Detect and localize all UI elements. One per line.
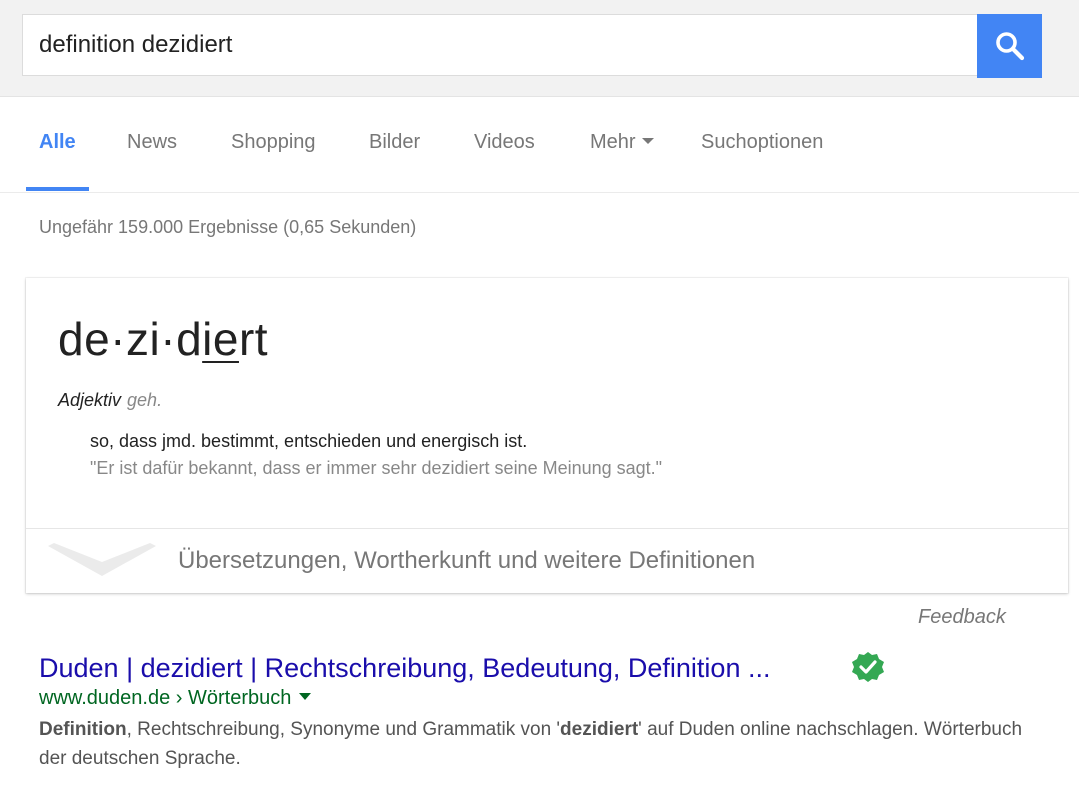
tab-bilder[interactable]: Bilder	[369, 131, 420, 154]
result-url: www.duden.de › Wörterbuch	[39, 687, 312, 710]
definition-text: so, dass jmd. bestimmt, entschieden und …	[90, 431, 528, 451]
url-options-caret-icon[interactable]	[299, 693, 312, 701]
feedback-link[interactable]: Feedback	[918, 606, 1006, 629]
search-input[interactable]	[23, 15, 977, 75]
search-header	[0, 0, 1079, 97]
tab-mehr-label: Mehr	[590, 131, 636, 153]
search-box[interactable]	[22, 14, 977, 76]
syllable: d	[176, 313, 203, 365]
chevron-down-icon	[48, 543, 156, 576]
example-sentence: "Er ist dafür bekannt, dass er immer seh…	[90, 458, 663, 478]
expand-definitions-label: Übersetzungen, Wortherkunft und weitere …	[178, 547, 756, 574]
syllable: de	[58, 313, 111, 365]
syllable: zi	[126, 313, 161, 365]
search-icon	[996, 32, 1025, 61]
expand-definitions-button[interactable]: Übersetzungen, Wortherkunft und weitere …	[26, 529, 1068, 593]
syllable-separator: ·	[110, 313, 126, 365]
tab-alle[interactable]: Alle	[39, 131, 76, 154]
search-button[interactable]	[977, 14, 1042, 78]
snippet-text: , Rechtschreibung, Synonyme und Grammati…	[126, 719, 561, 740]
syllable: rt	[238, 313, 269, 365]
snippet-bold: Definition	[39, 719, 127, 740]
register-label: geh.	[127, 390, 163, 410]
url-path: Wörterbuch	[187, 687, 292, 709]
word-class: Adjektiv	[58, 390, 122, 410]
headword: de·zi·diert	[58, 312, 268, 366]
result-stats: Ungefähr 159.000 Ergebnisse (0,65 Sekund…	[39, 217, 417, 237]
tab-news[interactable]: News	[127, 131, 177, 154]
tab-shopping[interactable]: Shopping	[231, 131, 316, 154]
stressed-syllable: ie	[202, 313, 239, 365]
verified-check-icon	[852, 652, 884, 682]
active-tab-indicator	[26, 187, 89, 191]
url-separator: ›	[170, 687, 188, 709]
url-host: www.duden.de	[39, 687, 171, 709]
tab-suchoptionen[interactable]: Suchoptionen	[701, 131, 823, 154]
result-title-link[interactable]: Duden | dezidiert | Rechtschreibung, Bed…	[39, 653, 770, 684]
search-tabs: Alle News Shopping Bilder Videos Mehr Su…	[0, 96, 1079, 193]
tab-mehr[interactable]: Mehr	[590, 131, 654, 154]
result-snippet: Definition, Rechtschreibung, Synonyme un…	[39, 715, 1049, 773]
snippet-bold: dezidiert	[560, 719, 639, 740]
dictionary-card: de·zi·diert Adjektiv geh. so, dass jmd. b…	[26, 278, 1068, 593]
syllable-separator: ·	[160, 313, 177, 365]
tab-videos[interactable]: Videos	[474, 131, 535, 154]
caret-down-icon	[641, 137, 654, 144]
part-of-speech: Adjektiv geh.	[58, 390, 162, 411]
